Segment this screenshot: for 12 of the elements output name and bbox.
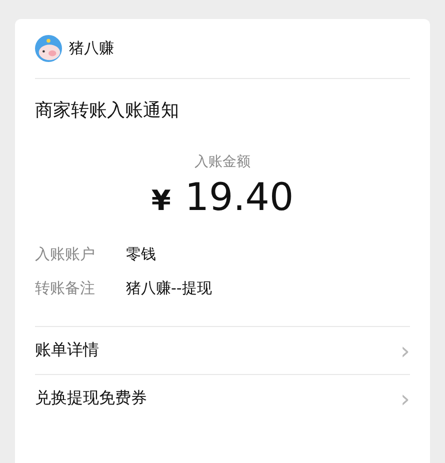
- link-item[interactable]: 兑换提现免费券: [35, 388, 147, 409]
- amount-value: 19.40: [184, 175, 294, 219]
- detail-value: 猪八赚--提现: [126, 279, 212, 298]
- amount-label: 入账金额: [194, 153, 250, 171]
- detail-value: 零钱: [126, 245, 156, 264]
- detail-label: 入账账户: [35, 245, 96, 264]
- link-item[interactable]: 账单详情: [35, 340, 99, 361]
- pig-avatar-icon: [35, 35, 62, 62]
- app-name: 猪八赚: [69, 39, 114, 58]
- notice-title: 商家转账入账通知: [35, 99, 180, 122]
- detail-label: 转账备注: [35, 279, 96, 298]
- currency-symbol: ¥: [151, 184, 171, 217]
